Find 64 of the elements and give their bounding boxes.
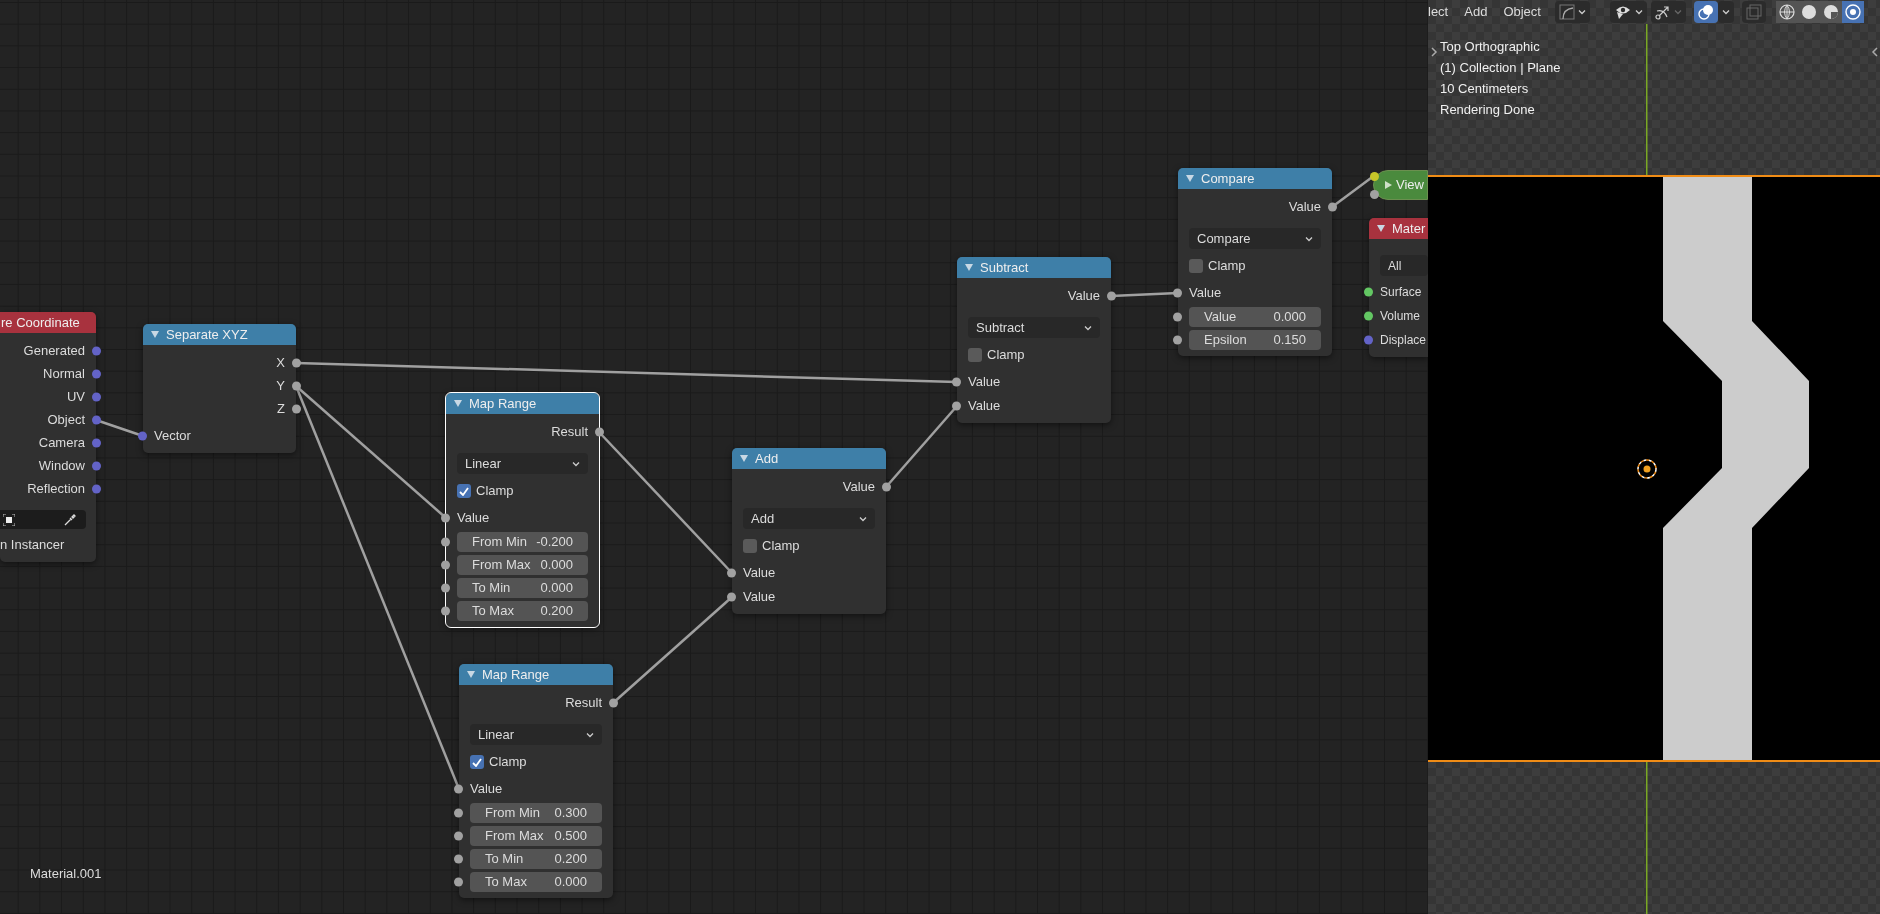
- node-header[interactable]: Map Range: [446, 393, 599, 414]
- socket-label: Value: [470, 780, 503, 799]
- socket-label: Value: [743, 588, 776, 607]
- socket-label: Result: [551, 423, 588, 442]
- socket-label: Result: [565, 694, 602, 713]
- node-title: re Coordinate: [1, 313, 80, 332]
- node-header[interactable]: re Coordinate: [0, 312, 96, 333]
- checkbox-label: Clamp: [762, 537, 800, 556]
- dropdown[interactable]: All: [1380, 255, 1428, 276]
- socket-label: Value: [1067, 287, 1100, 306]
- node-title: Compare: [1201, 169, 1255, 188]
- overlay-text: Top Orthographic: [1440, 38, 1541, 56]
- overlay-text: 10 Centimeters: [1440, 80, 1530, 98]
- checkbox-label: Clamp: [489, 753, 527, 772]
- material-name: Material.001: [30, 865, 102, 883]
- socket-label: Value: [743, 564, 776, 583]
- node-header[interactable]: Subtract: [957, 257, 1111, 278]
- socket-label: Value: [457, 509, 490, 528]
- socket-label: Value: [1288, 198, 1321, 217]
- dropdown[interactable]: Linear: [470, 724, 602, 745]
- socket-label: Z: [277, 400, 285, 419]
- node-title: Separate XYZ: [166, 325, 248, 344]
- socket-label: X: [276, 354, 285, 373]
- menu-item[interactable]: Add: [1458, 1, 1494, 23]
- checkbox-label: Clamp: [987, 346, 1025, 365]
- checkbox-label: n Instancer: [0, 536, 65, 555]
- checkbox-label: Clamp: [476, 482, 514, 501]
- socket-label: UV: [66, 388, 85, 407]
- socket-label: Camera: [38, 434, 85, 453]
- node-header[interactable]: Add: [732, 448, 886, 469]
- dropdown[interactable]: Subtract: [968, 317, 1100, 338]
- menu-item[interactable]: lect: [1428, 1, 1455, 23]
- node-header[interactable]: Map Range: [459, 664, 613, 685]
- overlay-text: (1) Collection | Plane: [1440, 59, 1561, 77]
- socket-label: Surface: [1380, 284, 1422, 301]
- socket-label: Window: [38, 457, 85, 476]
- socket-label: Vector: [154, 427, 191, 446]
- menu-item[interactable]: Object: [1497, 1, 1547, 23]
- socket-label: Displace: [1380, 332, 1427, 349]
- socket-label: Value: [968, 397, 1001, 416]
- dropdown[interactable]: Add: [743, 508, 875, 529]
- socket-label: Y: [276, 377, 285, 396]
- socket-label: Generated: [23, 342, 85, 361]
- node-header[interactable]: Compare: [1178, 168, 1332, 189]
- socket-label: Reflection: [27, 480, 85, 499]
- node-title: Map Range: [469, 394, 537, 413]
- node-title: Mater: [1392, 219, 1426, 238]
- node-title: View: [1396, 176, 1424, 195]
- socket-label: Value: [842, 478, 875, 497]
- checkbox-label: Clamp: [1208, 257, 1246, 276]
- dropdown[interactable]: Linear: [457, 453, 588, 474]
- socket-label: Value: [1189, 284, 1222, 303]
- node-title: Add: [755, 449, 779, 468]
- node-header[interactable]: Mater: [1369, 218, 1428, 239]
- socket-label: Object: [47, 411, 85, 430]
- node-title: Subtract: [980, 258, 1029, 277]
- dropdown[interactable]: Compare: [1189, 228, 1321, 249]
- socket-label: Value: [968, 373, 1001, 392]
- node-header[interactable]: Separate XYZ: [143, 324, 296, 345]
- overlay-text: Rendering Done: [1440, 101, 1536, 119]
- socket-label: Volume: [1380, 308, 1421, 325]
- socket-label: Normal: [43, 365, 85, 384]
- collapsed-node[interactable]: View: [1373, 170, 1428, 200]
- node-title: Map Range: [482, 665, 550, 684]
